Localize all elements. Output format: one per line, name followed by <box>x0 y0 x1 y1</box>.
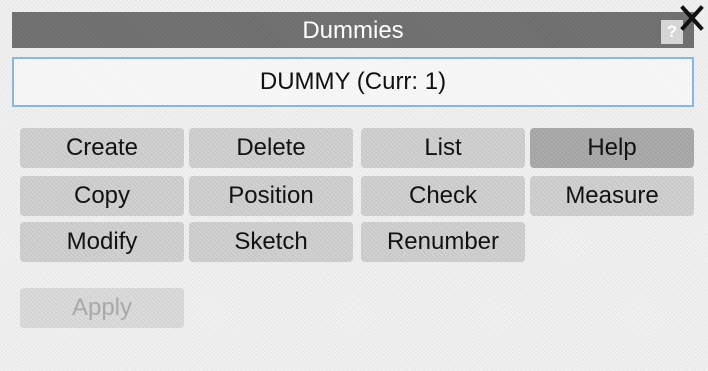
create-button[interactable]: Create <box>20 128 184 168</box>
help-button[interactable]: Help <box>530 128 694 168</box>
sketch-button[interactable]: Sketch <box>189 222 353 262</box>
check-button[interactable]: Check <box>361 176 525 216</box>
list-button[interactable]: List <box>361 128 525 168</box>
close-icon[interactable] <box>678 3 706 33</box>
position-button[interactable]: Position <box>189 176 353 216</box>
current-dummy-field[interactable]: DUMMY (Curr: 1) <box>12 57 694 107</box>
renumber-button[interactable]: Renumber <box>361 222 525 262</box>
measure-button[interactable]: Measure <box>530 176 694 216</box>
window-title: Dummies <box>302 17 404 44</box>
title-bar: Dummies ? <box>12 12 694 48</box>
delete-button[interactable]: Delete <box>189 128 353 168</box>
modify-button[interactable]: Modify <box>20 222 184 262</box>
copy-button[interactable]: Copy <box>20 176 184 216</box>
apply-button[interactable]: Apply <box>20 288 184 328</box>
